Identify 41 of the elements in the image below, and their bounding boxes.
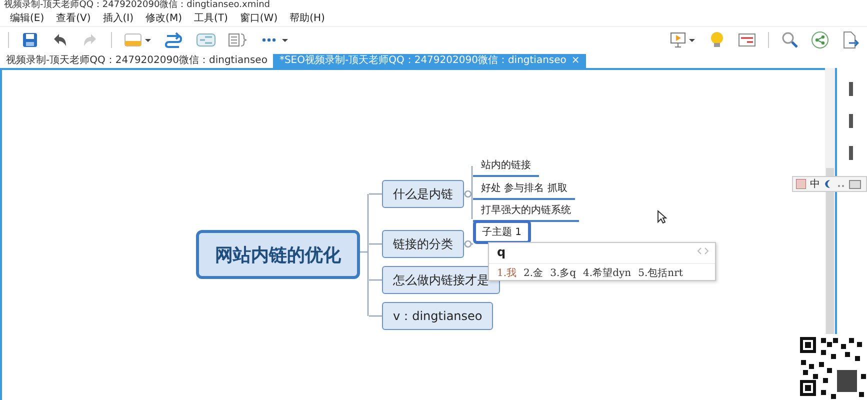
relationship-icon[interactable] [164,31,184,49]
ime-candidate[interactable]: 2.金 [524,266,544,280]
subtopic-node[interactable]: 好处 参与排名 抓取 [473,179,576,200]
export-icon[interactable] [841,31,859,49]
menu-item[interactable]: 编辑(E) [10,11,44,25]
panel-tab-icon[interactable] [849,114,855,128]
lightbulb-icon[interactable] [708,31,726,49]
document-tab[interactable]: 视频录制-顶天老师QQ：2479202090微信：dingtianseo [0,54,274,68]
mouse-pointer-icon [657,210,667,224]
boundary-icon[interactable] [196,31,216,49]
menu-item[interactable]: 插入(I) [102,11,134,25]
central-topic[interactable]: 网站内链的优化 [196,230,360,279]
topic-node[interactable]: 什么是内链 [382,180,464,208]
topic-edit-field[interactable]: 子主题 1 [473,220,531,244]
share-icon[interactable] [811,31,829,49]
ime-candidate[interactable]: 4.希望dyn [583,266,632,280]
save-icon[interactable] [21,31,39,49]
ime-candidate[interactable]: 3.多q [550,266,576,280]
connector-line [471,166,473,219]
panel-tab-icon[interactable] [849,82,855,96]
panel-icon[interactable] [738,31,756,49]
ime-input-text: q [497,245,506,259]
subtopic-node[interactable]: 站内的链接 [473,156,539,177]
search-icon[interactable] [781,31,799,49]
ime-mode-toggle[interactable]: 中 [810,177,820,191]
page-arrows-icon[interactable] [697,247,709,255]
topic-node[interactable]: 链接的分类 [382,230,464,258]
panel-tab-icon[interactable] [849,146,855,160]
style-dropdown-icon[interactable] [124,31,152,49]
summary-icon[interactable] [228,31,248,49]
ime-candidate[interactable]: 5.包括nrt [638,266,683,280]
menu-item[interactable]: 工具(T) [194,11,228,25]
keyboard-icon[interactable] [849,180,861,188]
menu-item[interactable]: 查看(V) [56,11,91,25]
topic-node[interactable]: v：dingtianseo [382,302,494,330]
menu-item[interactable]: 帮助(H) [290,11,325,25]
presentation-icon[interactable] [670,31,696,49]
ime-candidate[interactable]: 1.我 [497,266,517,280]
ime-logo-icon[interactable] [796,179,806,189]
menu-item[interactable]: 窗口(W) [240,11,278,25]
menu-item[interactable]: 修改(M) [146,11,182,25]
